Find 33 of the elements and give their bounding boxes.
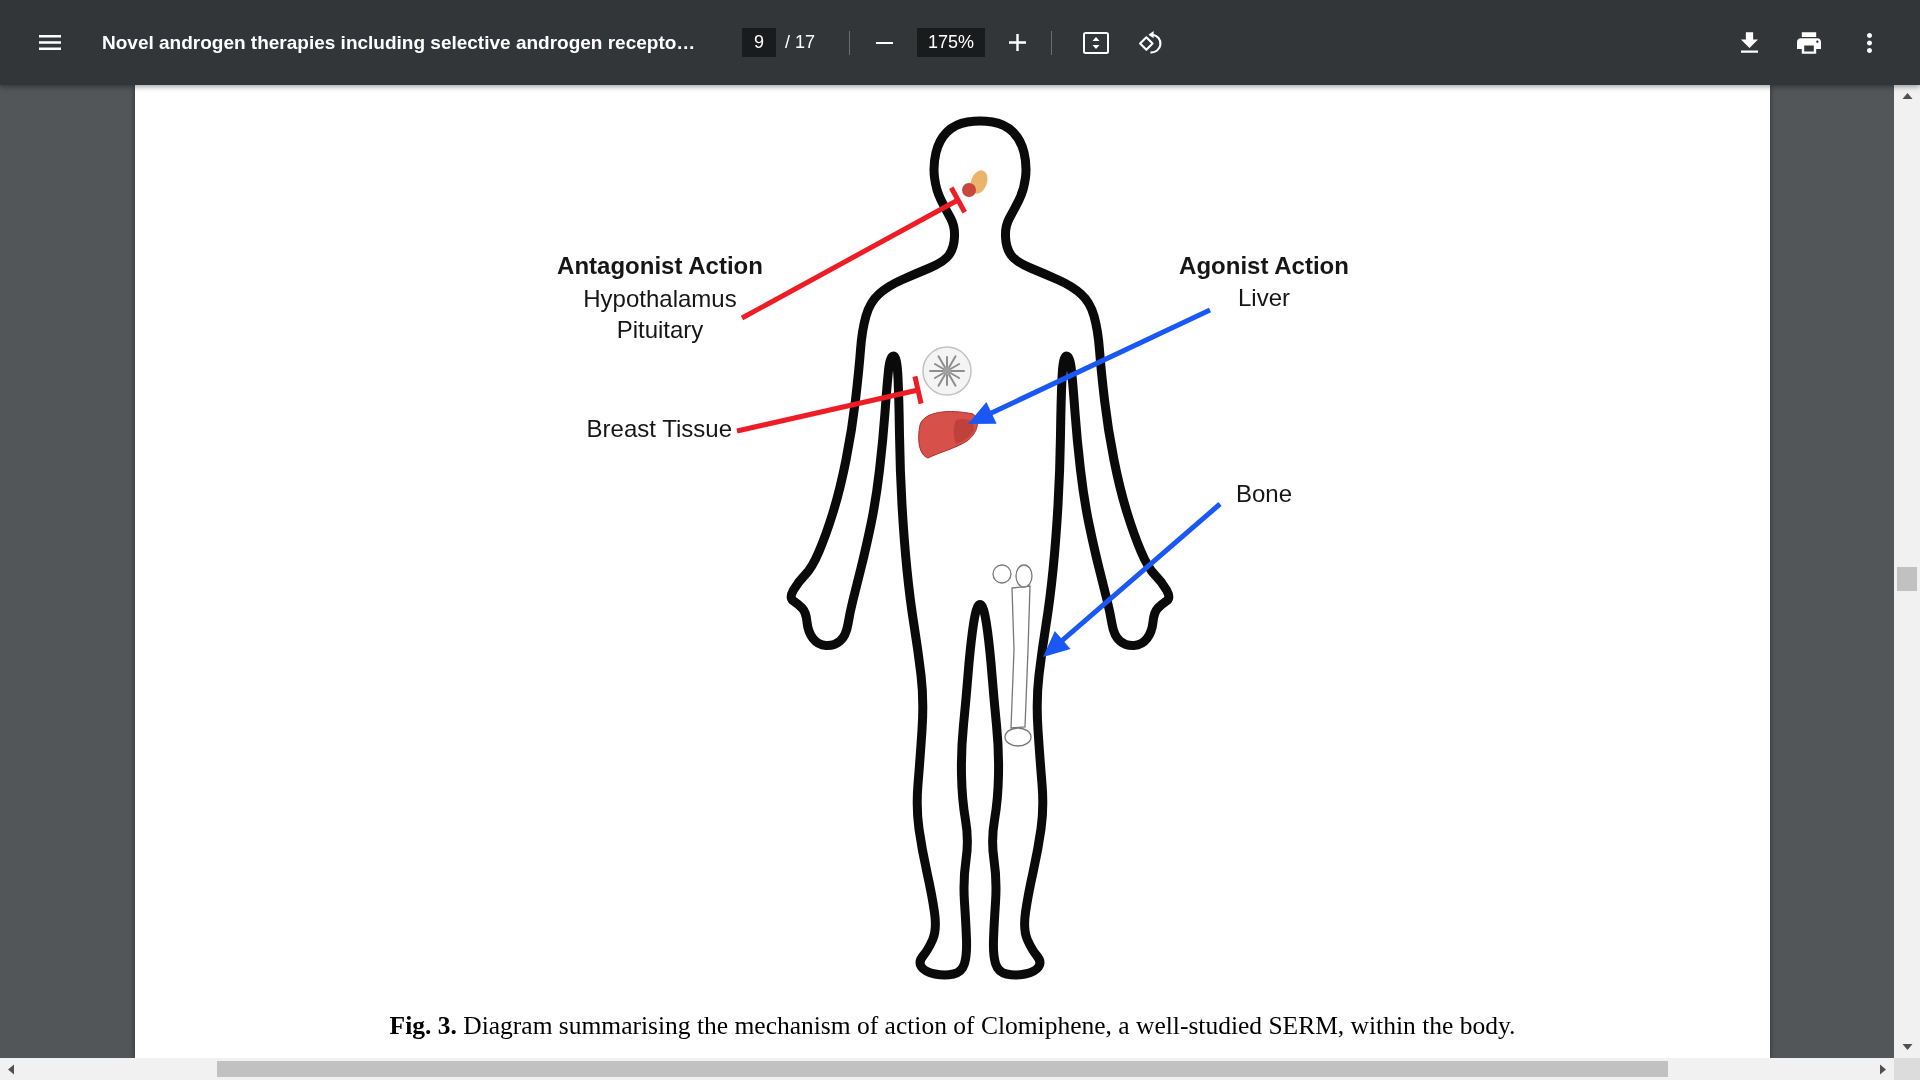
- bone-icon: [992, 564, 1033, 747]
- pituitary-gland-icon: [962, 170, 988, 197]
- triangle-down-icon: [1901, 1044, 1913, 1050]
- triangle-up-icon: [1901, 93, 1913, 99]
- triangle-right-icon: [1880, 1063, 1886, 1075]
- triangle-left-icon: [8, 1063, 14, 1075]
- scrollbar-thumb[interactable]: [1897, 567, 1917, 591]
- horizontal-scrollbar[interactable]: [0, 1058, 1894, 1080]
- rotate-icon: [1137, 30, 1163, 55]
- liver-icon: [918, 411, 978, 459]
- figure-heading: Agonist Action: [1179, 250, 1349, 281]
- vertical-scrollbar[interactable]: [1894, 85, 1920, 1058]
- page-number-field[interactable]: 9: [742, 28, 776, 57]
- document-title: Novel androgen therapies including selective androgen recepto…: [102, 31, 696, 54]
- breast-tissue-icon: [922, 346, 972, 396]
- more-vertical-icon: [1866, 32, 1872, 53]
- scrollbar-corner: [1894, 1058, 1920, 1080]
- download-icon: [1740, 32, 1758, 53]
- plus-icon: [1008, 34, 1026, 51]
- minus-icon: [875, 41, 893, 44]
- figure-caption: Fig. 3. Diagram summarising the mechanism of action of Clomiphene, a well-studied SERM, within the body.: [389, 1010, 1516, 1041]
- scrollbar-thumb[interactable]: [217, 1061, 1668, 1077]
- figure-label: Breast Tissue: [586, 413, 732, 444]
- fit-page-icon: [1083, 31, 1110, 54]
- zoom-field[interactable]: 175%: [917, 28, 986, 57]
- figure-heading: Antagonist Action: [557, 250, 763, 281]
- figure-label: Liver: [1238, 282, 1290, 313]
- print-icon: [1797, 31, 1821, 54]
- menu-icon: [39, 35, 61, 50]
- figure-label: Hypothalamus: [583, 283, 737, 314]
- figure-label: Bone: [1235, 478, 1293, 509]
- page-count: / 17: [785, 32, 816, 53]
- figure-label: Pituitary: [616, 314, 704, 345]
